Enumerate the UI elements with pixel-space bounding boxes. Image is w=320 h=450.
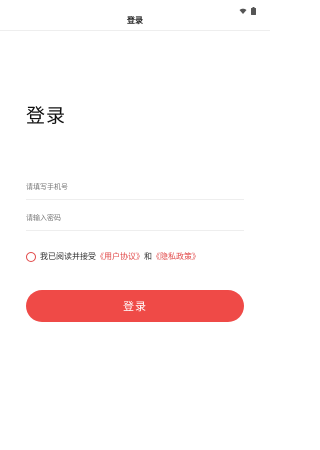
page-title: 登录 [26, 105, 67, 127]
header-title: 登录 [127, 15, 143, 25]
phone-field [26, 174, 244, 200]
header-divider [0, 30, 270, 31]
user-agreement-link[interactable]: 《用户协议》 [96, 251, 144, 262]
login-button[interactable]: 登录 [26, 290, 244, 322]
agreement-radio[interactable] [26, 251, 36, 262]
phone-input[interactable] [26, 174, 244, 200]
agreement-prefix: 我已阅读并接受 [40, 252, 96, 261]
privacy-policy-link[interactable]: 《隐私政策》 [152, 251, 200, 262]
status-bar [0, 0, 270, 15]
password-input[interactable] [26, 205, 244, 231]
agreement-row: 我已阅读并接受 《用户协议》 和 《隐私政策》 [26, 251, 200, 262]
password-field [26, 205, 244, 231]
agreement-conjunction: 和 [144, 252, 152, 261]
app-header: 登录 [0, 10, 270, 30]
